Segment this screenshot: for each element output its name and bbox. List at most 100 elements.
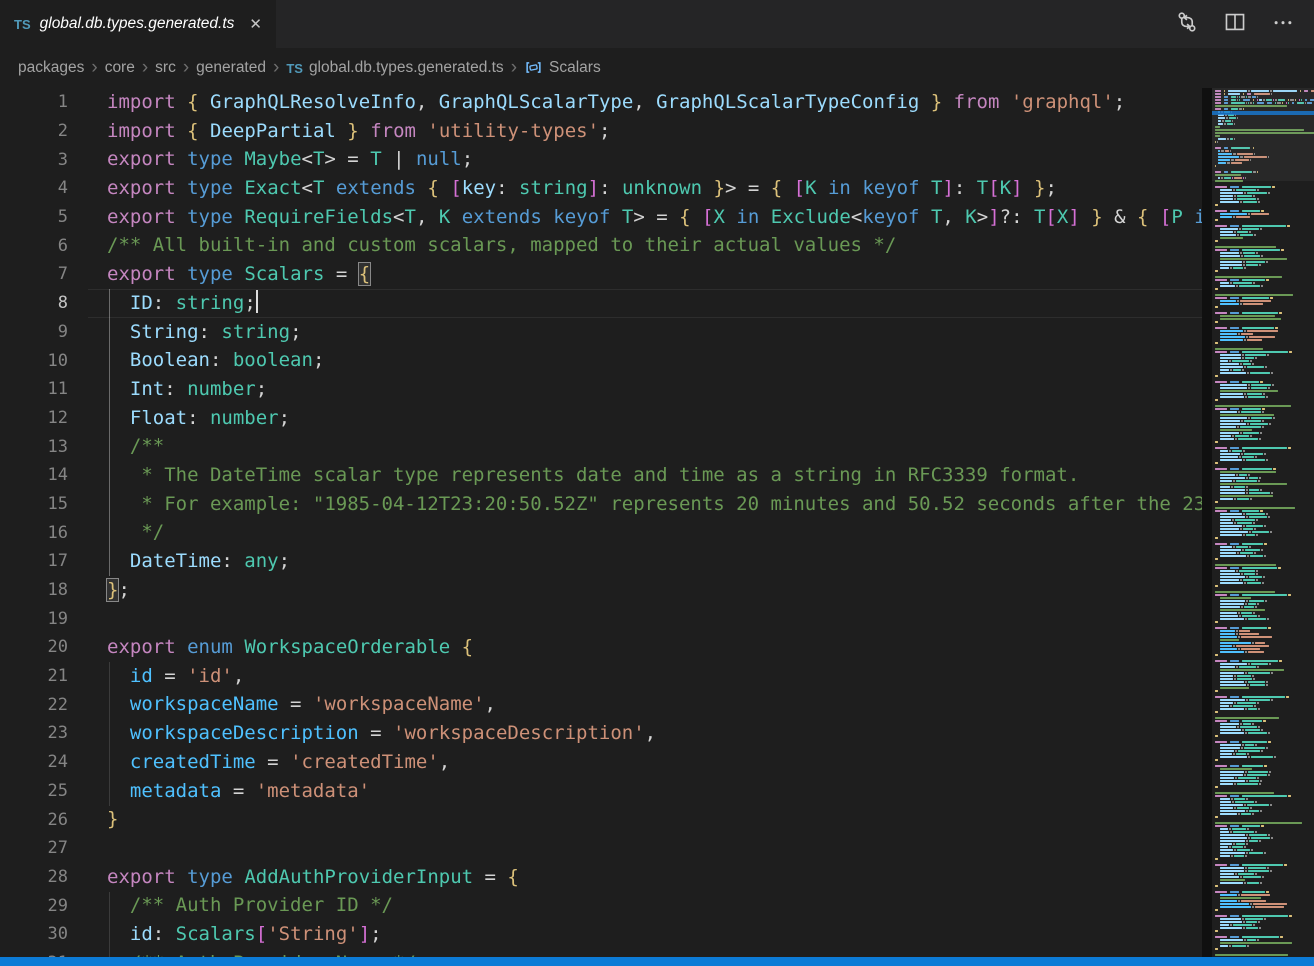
code-line[interactable]: export type Scalars = {	[88, 260, 1314, 289]
ellipsis-icon	[1272, 11, 1294, 38]
code-line[interactable]: createdTime = 'createdTime',	[88, 748, 1314, 777]
code-line[interactable]: export type Maybe<T> = T | null;	[88, 145, 1314, 174]
code-line[interactable]	[88, 834, 1314, 863]
compare-changes-icon	[1176, 11, 1198, 38]
breadcrumb-item-packages[interactable]: packages	[18, 59, 84, 77]
code-line[interactable]: /**	[88, 432, 1314, 461]
code-line[interactable]: workspaceDescription = 'workspaceDescrip…	[88, 719, 1314, 748]
code-line[interactable]: id = 'id',	[88, 662, 1314, 691]
line-number: 9	[0, 322, 88, 342]
tab-title: global.db.types.generated.ts	[40, 15, 235, 33]
breadcrumb-item-core[interactable]: core	[105, 59, 135, 77]
minimap-current-line	[1212, 111, 1314, 115]
code-row-21: 21 id = 'id',	[0, 662, 1314, 691]
code-row-26: 26}	[0, 805, 1314, 834]
code-line[interactable]: export type RequireFields<T, K extends k…	[88, 203, 1314, 232]
code-line[interactable]: metadata = 'metadata'	[88, 777, 1314, 806]
code-row-4: 4export type Exact<T extends { [key: str…	[0, 174, 1314, 203]
code-row-10: 10 Boolean: boolean;	[0, 346, 1314, 375]
code-line[interactable]: workspaceName = 'workspaceName',	[88, 690, 1314, 719]
code-line[interactable]: Int: number;	[88, 375, 1314, 404]
code-line[interactable]: import { GraphQLResolveInfo, GraphQLScal…	[88, 88, 1314, 117]
code-row-8: 8 ID: string;	[0, 289, 1314, 318]
code-row-16: 16 */	[0, 518, 1314, 547]
code-line[interactable]: * For example: "1985-04-12T23:20:50.52Z"…	[88, 490, 1314, 519]
code-line[interactable]	[88, 604, 1314, 633]
split-editor-icon	[1224, 11, 1246, 38]
breadcrumb-label: Scalars	[549, 59, 601, 77]
code-row-25: 25 metadata = 'metadata'	[0, 777, 1314, 806]
line-number: 10	[0, 351, 88, 371]
line-number: 3	[0, 150, 88, 170]
code-editor[interactable]: 1import { GraphQLResolveInfo, GraphQLSca…	[0, 88, 1314, 966]
line-number: 22	[0, 695, 88, 715]
code-line[interactable]: DateTime: any;	[88, 547, 1314, 576]
tab-global-db-types[interactable]: TS global.db.types.generated.ts ✕	[0, 0, 276, 48]
tab-bar: TS global.db.types.generated.ts ✕	[0, 0, 1314, 48]
breadcrumb-label: packages	[18, 59, 84, 77]
indent-guide	[109, 289, 110, 576]
code-line[interactable]: export type Exact<T extends { [key: stri…	[88, 174, 1314, 203]
code-line[interactable]: }	[88, 805, 1314, 834]
line-number: 15	[0, 494, 88, 514]
line-number: 23	[0, 723, 88, 743]
code-row-27: 27	[0, 834, 1314, 863]
code-row-22: 22 workspaceName = 'workspaceName',	[0, 690, 1314, 719]
code-line[interactable]: ID: string;	[88, 289, 1314, 318]
compare-changes-button[interactable]	[1170, 7, 1204, 41]
breadcrumb-item-src[interactable]: src	[155, 59, 176, 77]
breadcrumb-separator-icon: ›	[511, 58, 517, 77]
editor-actions	[1170, 0, 1314, 48]
status-bar	[0, 957, 1314, 966]
code-line[interactable]: export type AddAuthProviderInput = {	[88, 863, 1314, 892]
text-cursor	[256, 290, 258, 313]
more-actions-button[interactable]	[1266, 7, 1300, 41]
line-number: 1	[0, 92, 88, 112]
typescript-file-icon: TS	[286, 61, 303, 76]
code-row-19: 19	[0, 604, 1314, 633]
minimap[interactable]	[1202, 88, 1314, 966]
code-line[interactable]: * The DateTime scalar type represents da…	[88, 461, 1314, 490]
close-tab-icon[interactable]: ✕	[249, 15, 262, 33]
line-number: 28	[0, 867, 88, 887]
line-number: 5	[0, 207, 88, 227]
breadcrumb-item-generated[interactable]: generated	[196, 59, 266, 77]
breadcrumb-item-global-db-types-generated-ts[interactable]: TS global.db.types.generated.ts	[286, 59, 503, 77]
line-number: 11	[0, 379, 88, 399]
breadcrumb-separator-icon: ›	[142, 58, 148, 77]
code-line[interactable]: id: Scalars['String'];	[88, 920, 1314, 949]
minimap-viewport-slider[interactable]	[1212, 88, 1314, 181]
code-line[interactable]: /** All built-in and custom scalars, map…	[88, 231, 1314, 260]
breadcrumb-label: core	[105, 59, 135, 77]
breadcrumb-item-scalars[interactable]: Scalars	[524, 58, 601, 78]
line-number: 8	[0, 293, 88, 313]
line-number: 2	[0, 121, 88, 141]
line-number: 30	[0, 924, 88, 944]
code-line[interactable]: Boolean: boolean;	[88, 346, 1314, 375]
breadcrumb-label: global.db.types.generated.ts	[309, 59, 504, 77]
code-line[interactable]: Float: number;	[88, 404, 1314, 433]
line-number: 13	[0, 437, 88, 457]
code-line[interactable]: import { DeepPartial } from 'utility-typ…	[88, 117, 1314, 146]
code-line[interactable]: export enum WorkspaceOrderable {	[88, 633, 1314, 662]
code-line[interactable]: String: string;	[88, 318, 1314, 347]
scrollbar-track[interactable]	[1202, 88, 1212, 966]
line-number: 16	[0, 523, 88, 543]
breadcrumb-separator-icon: ›	[273, 58, 279, 77]
line-number: 26	[0, 810, 88, 830]
code-row-6: 6/** All built-in and custom scalars, ma…	[0, 231, 1314, 260]
code-row-12: 12 Float: number;	[0, 404, 1314, 433]
breadcrumb-label: generated	[196, 59, 266, 77]
code-line[interactable]: /** Auth Provider ID */	[88, 891, 1314, 920]
code-line[interactable]: };	[88, 576, 1314, 605]
split-editor-button[interactable]	[1218, 7, 1252, 41]
indent-guide	[109, 662, 110, 806]
code-row-18: 18};	[0, 576, 1314, 605]
line-number: 18	[0, 580, 88, 600]
code-line[interactable]: */	[88, 518, 1314, 547]
indent-guide	[109, 892, 110, 966]
line-number: 29	[0, 896, 88, 916]
line-number: 27	[0, 838, 88, 858]
code-row-24: 24 createdTime = 'createdTime',	[0, 748, 1314, 777]
line-number: 7	[0, 264, 88, 284]
